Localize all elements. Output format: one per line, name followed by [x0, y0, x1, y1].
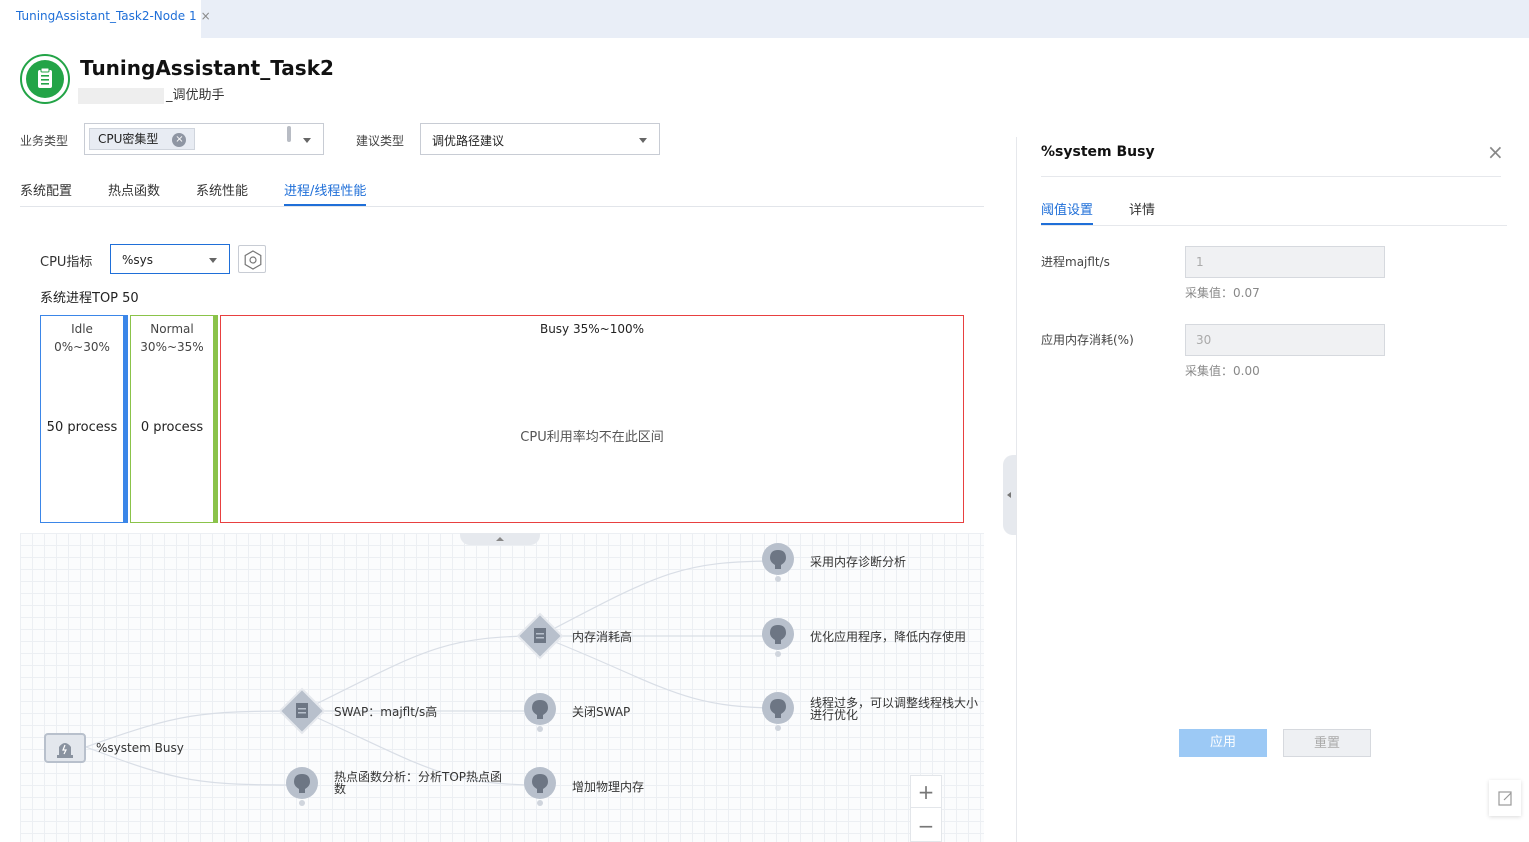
edit-icon [1498, 791, 1512, 806]
feedback-button[interactable] [1489, 780, 1521, 816]
page-subtitle: _调优助手 [78, 84, 225, 104]
scrollbar-thumb[interactable] [287, 126, 291, 142]
redacted-block [78, 87, 164, 104]
threads-label: 线程过多，可以调整线程栈大小 进行优化 [810, 697, 978, 721]
suggestion-type-label: 建议类型 [356, 134, 405, 148]
bin-normal-range: 30%~35% [140, 340, 204, 354]
page-title: TuningAssistant_Task2 [80, 56, 334, 80]
collapse-handle[interactable] [460, 533, 540, 545]
business-type-label: 业务类型 [20, 134, 69, 148]
zoom-in-button[interactable]: + [911, 776, 941, 808]
bin-idle[interactable]: Idle 0%~30% 50 process [40, 315, 128, 523]
chevron-left-icon [1007, 492, 1011, 498]
root-node[interactable] [44, 733, 86, 763]
tab-hot-functions[interactable]: 热点函数 [108, 180, 160, 199]
panel-toggle-handle[interactable] [1003, 455, 1017, 535]
memory-diagnosis-label: 采用内存诊断分析 [810, 555, 907, 569]
tab-label: TuningAssistant_Task2-Node 1 [16, 9, 197, 23]
business-type-select[interactable]: CPU密集型 × [84, 123, 324, 155]
gear-icon [244, 250, 262, 270]
optimize-app-node[interactable] [760, 616, 796, 658]
bin-idle-count: 50 process [46, 420, 118, 435]
reset-button[interactable]: 重置 [1283, 729, 1371, 757]
cpu-metric-label: CPU指标 [40, 255, 93, 270]
business-type-tag: CPU密集型 × [89, 128, 196, 150]
task-logo [20, 54, 70, 104]
bin-normal[interactable]: Normal 30%~35% 0 process [130, 315, 218, 523]
tab-system-config[interactable]: 系统配置 [20, 180, 72, 199]
tag-close-icon[interactable]: × [172, 132, 187, 147]
tab-bar: TuningAssistant_Task2-Node 1 × [0, 0, 1529, 38]
bin-idle-range: 0%~30% [54, 340, 110, 354]
close-swap-node-label: 关闭SWAP [572, 705, 631, 719]
field-memory-label: 应用内存消耗(%) [1041, 333, 1134, 347]
section-title: 系统进程TOP 50 [40, 291, 139, 306]
tuning-path-graph[interactable]: %system Busy SWAP：majflt/s高 热点函数分析：分析TOP… [20, 533, 984, 842]
cpu-metric-value: %sys [122, 253, 154, 267]
hotfunc-label-line1: 热点函数分析：分析TOP热点函 [334, 770, 503, 784]
hotfunc-label-line2: 数 [334, 782, 347, 796]
threads-node[interactable] [760, 690, 796, 732]
close-swap-node[interactable] [522, 691, 558, 733]
field-memory-collected: 采集值：0.00 [1185, 364, 1260, 378]
memory-node[interactable] [516, 612, 564, 660]
tab-details[interactable]: 详情 [1129, 199, 1155, 218]
tab-process-thread-performance[interactable]: 进程/线程性能 [284, 180, 367, 206]
main-tabs: 系统配置 热点函数 系统性能 进程/线程性能 [20, 180, 984, 207]
settings-button[interactable] [238, 245, 266, 273]
field-majflt-collected: 采集值：0.07 [1185, 286, 1260, 300]
chevron-down-icon [303, 138, 311, 143]
add-memory-node-label: 增加物理内存 [572, 780, 645, 794]
alarm-icon [57, 743, 73, 758]
memory-diagnosis-node[interactable] [760, 541, 796, 583]
bin-normal-count: 0 process [140, 420, 204, 435]
swap-node-label: SWAP：majflt/s高 [334, 705, 438, 719]
field-memory-input[interactable]: 30 [1185, 324, 1385, 356]
field-majflt-label: 进程majflt/s [1041, 255, 1110, 269]
detail-panel: %system Busy × 阈值设置 详情 进程majflt/s 1 采集值：… [1016, 137, 1529, 842]
subtitle-text: _调优助手 [166, 88, 225, 103]
panel-divider [1041, 176, 1501, 177]
panel-tabs: 阈值设置 详情 [1041, 199, 1507, 226]
suggestion-type-select[interactable]: 调优路径建议 [420, 123, 660, 155]
bin-normal-label: Normal [150, 322, 194, 336]
hotfunc-node-label: 热点函数分析：分析TOP热点函数 [334, 771, 502, 795]
zoom-controls: + − [910, 775, 942, 842]
panel-title: %system Busy [1041, 144, 1155, 160]
tag-label: CPU密集型 [98, 132, 159, 146]
zoom-out-button[interactable]: − [911, 810, 941, 842]
graph-edges [85, 560, 779, 786]
clipboard-icon [26, 60, 64, 98]
tab-node-1[interactable]: TuningAssistant_Task2-Node 1 × [0, 0, 211, 38]
apply-button[interactable]: 应用 [1179, 729, 1267, 757]
add-memory-node[interactable] [522, 765, 558, 807]
threads-label-line2: 进行优化 [810, 708, 859, 722]
memory-node-label: 内存消耗高 [572, 630, 633, 644]
optimize-app-label: 优化应用程序，降低内存使用 [810, 630, 967, 644]
suggestion-type-value: 调优路径建议 [432, 134, 505, 148]
close-icon[interactable]: × [1487, 140, 1504, 164]
bin-busy-message: CPU利用率均不在此区间 [520, 430, 664, 445]
root-node-label: %system Busy [96, 741, 184, 755]
chevron-down-icon [639, 138, 647, 143]
hotfunc-node[interactable] [284, 765, 320, 807]
cpu-metric-select[interactable]: %sys [110, 244, 230, 274]
bin-busy-label: Busy 35%~100% [539, 322, 645, 336]
field-majflt-input[interactable]: 1 [1185, 246, 1385, 278]
chevron-up-icon [496, 537, 504, 541]
bin-idle-label: Idle [71, 322, 93, 336]
close-icon[interactable]: × [201, 9, 211, 23]
bin-busy[interactable]: Busy 35%~100% CPU利用率均不在此区间 [220, 315, 964, 523]
tab-threshold-settings[interactable]: 阈值设置 [1041, 199, 1094, 225]
tab-system-performance[interactable]: 系统性能 [196, 180, 248, 199]
document-icon [296, 703, 308, 718]
chevron-down-icon [209, 258, 217, 263]
document-icon [534, 628, 546, 643]
swap-node[interactable] [278, 687, 326, 735]
